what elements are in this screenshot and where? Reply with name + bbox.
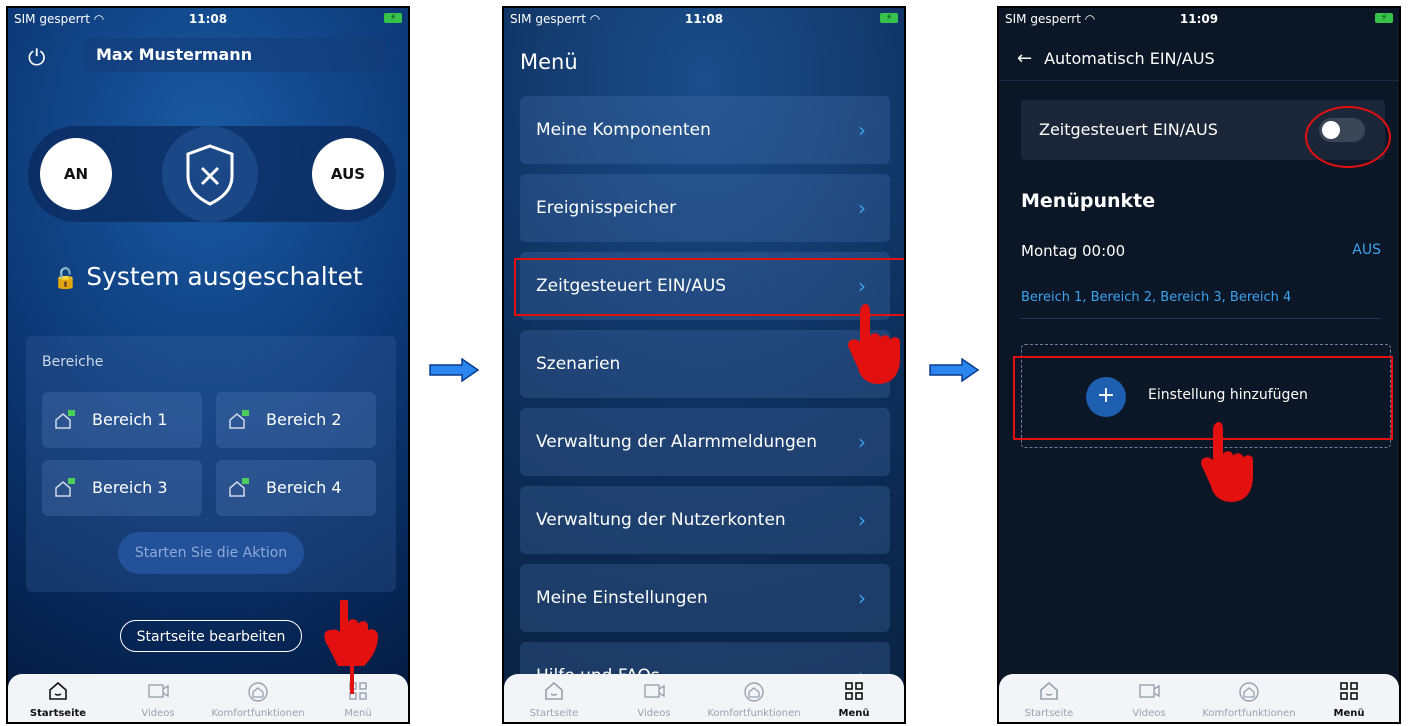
auto-screen: SIM gesperrt ◠ 11:09 ⚡ ← Automatisch EIN/…: [997, 6, 1401, 724]
tab-menu[interactable]: Menü: [1299, 674, 1399, 722]
schedule-areas: Bereich 1, Bereich 2, Bereich 3, Bereich…: [1021, 290, 1292, 305]
tab-videos[interactable]: Videos: [108, 674, 208, 722]
start-action-button[interactable]: Starten Sie die Aktion: [118, 532, 304, 574]
grid-icon: [845, 682, 863, 700]
chevron-right-icon: ›: [858, 508, 866, 532]
highlight-ellipse: [1305, 106, 1391, 168]
home-screen: SIM gesperrt ◠ 11:08 ⚡ ⏻ Max Mustermann …: [6, 6, 410, 724]
grid-icon: [1340, 682, 1358, 700]
user-name[interactable]: Max Mustermann: [84, 38, 386, 72]
flow-arrow-icon: [429, 358, 480, 382]
header: ← Automatisch EIN/AUS: [1017, 48, 1215, 69]
back-arrow-icon[interactable]: ←: [1017, 48, 1032, 69]
tab-bar: Startseite Videos Komfortfunktionen Menü: [504, 674, 904, 722]
system-status: 🔓 System ausgeschaltet: [53, 262, 363, 291]
clock: 11:08: [684, 12, 724, 26]
tab-videos[interactable]: Videos: [604, 674, 704, 722]
area-button-3[interactable]: Bereich 3: [42, 460, 202, 516]
tab-home[interactable]: Startseite: [8, 674, 108, 722]
menu-item-scenarios[interactable]: Szenarien›: [520, 330, 890, 398]
schedule-time[interactable]: Montag 00:00: [1021, 242, 1125, 260]
tab-comfort[interactable]: Komfortfunktionen: [208, 674, 308, 722]
power-icon[interactable]: ⏻: [28, 46, 45, 71]
tab-comfort[interactable]: Komfortfunktionen: [1199, 674, 1299, 722]
pointing-hand-icon: [324, 600, 378, 694]
tab-comfort[interactable]: Komfortfunktionen: [704, 674, 804, 722]
divider: [1021, 318, 1381, 319]
battery-icon: ⚡: [1375, 13, 1393, 23]
arm-on-button[interactable]: AN: [40, 138, 112, 210]
area-button-2[interactable]: Bereich 2: [216, 392, 376, 448]
battery-icon: ⚡: [384, 13, 402, 23]
chevron-right-icon: ›: [858, 196, 866, 220]
menu-item-settings[interactable]: Meine Einstellungen ›: [520, 564, 890, 632]
home-unlocked-icon: [55, 478, 75, 497]
arm-panel: AN AUS: [28, 126, 396, 222]
toggle-label: Zeitgesteuert EIN/AUS: [1039, 120, 1218, 139]
area-button-4[interactable]: Bereich 4: [216, 460, 376, 516]
menu-item-user-accounts[interactable]: Verwaltung der Nutzerkonten ›: [520, 486, 890, 554]
status-bar: SIM gesperrt ◠ 11:08 ⚡: [504, 8, 904, 30]
clock: 11:08: [188, 12, 228, 26]
arm-off-button[interactable]: AUS: [312, 138, 384, 210]
page-title: Automatisch EIN/AUS: [1044, 49, 1215, 68]
video-icon: [644, 684, 665, 698]
tab-bar: Startseite Videos Komfortfunktionen Menü: [999, 674, 1399, 722]
status-bar: SIM gesperrt ◠ 11:09 ⚡: [999, 8, 1399, 30]
video-icon: [148, 684, 169, 698]
chevron-right-icon: ›: [858, 118, 866, 142]
home-icon: [49, 681, 67, 700]
menu-item-event-log[interactable]: Ereignisspeicher ›: [520, 174, 890, 242]
divider: [999, 80, 1399, 81]
chevron-right-icon: ›: [858, 586, 866, 610]
clock: 11:09: [1179, 12, 1219, 26]
tab-home[interactable]: Startseite: [504, 674, 604, 722]
flow-arrow-icon: [929, 358, 980, 382]
tab-menu[interactable]: Menü: [804, 674, 904, 722]
chevron-right-icon: ›: [858, 430, 866, 454]
menu-item-alarm-messages[interactable]: Verwaltung der Alarmmeldungen ›: [520, 408, 890, 476]
page-title: Menü: [520, 50, 578, 74]
section-title: Menüpunkte: [1021, 190, 1156, 212]
home-unlocked-icon: [229, 410, 249, 429]
comfort-icon: [248, 682, 268, 702]
areas-panel: Bereiche Bereich 1 Bereich 2 Bereich 3 B…: [26, 336, 396, 592]
schedule-status: AUS: [1352, 242, 1381, 258]
menu-screen: SIM gesperrt ◠ 11:08 ⚡ Menü Meine Kompon…: [502, 6, 906, 724]
comfort-icon: [1239, 682, 1259, 702]
home-icon: [545, 681, 563, 700]
edit-home-button[interactable]: Startseite bearbeiten: [120, 620, 302, 652]
areas-title: Bereiche: [42, 354, 104, 370]
status-bar: SIM gesperrt ◠ 11:08 ⚡: [8, 8, 408, 30]
pointing-hand-icon: [848, 304, 900, 384]
menu-item-components[interactable]: Meine Komponenten ›: [520, 96, 890, 164]
home-icon: [1040, 681, 1058, 700]
battery-icon: ⚡: [880, 13, 898, 23]
area-button-1[interactable]: Bereich 1: [42, 392, 202, 448]
tab-videos[interactable]: Videos: [1099, 674, 1199, 722]
video-icon: [1139, 684, 1160, 698]
home-unlocked-icon: [55, 410, 75, 429]
comfort-icon: [744, 682, 764, 702]
unlock-icon: 🔓: [53, 266, 79, 290]
home-unlocked-icon: [229, 478, 249, 497]
shield-icon: [162, 126, 258, 222]
tab-home[interactable]: Startseite: [999, 674, 1099, 722]
pointing-hand-icon: [1201, 422, 1253, 502]
